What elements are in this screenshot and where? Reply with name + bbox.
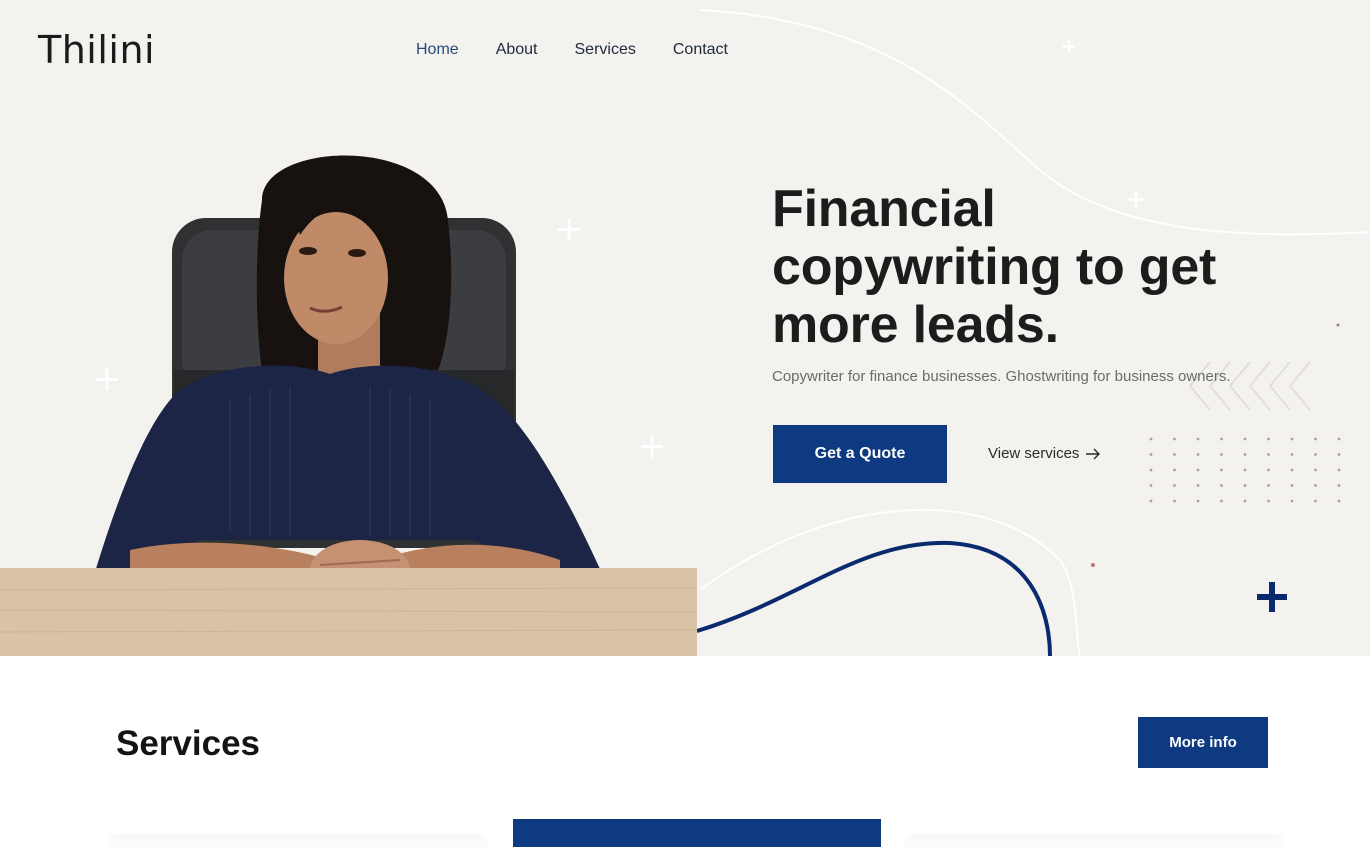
grid-dot [1337, 484, 1341, 487]
grid-dot [1196, 453, 1200, 456]
grid-dot [1149, 453, 1153, 456]
grid-dot [1196, 437, 1200, 441]
hero-section: Thilini Home About Services Contact Fina… [0, 0, 1370, 656]
headline-line: copywriting to get [772, 238, 1217, 296]
grid-dot [1267, 499, 1270, 503]
grid-dot [1290, 437, 1294, 441]
grid-dot [1314, 453, 1317, 456]
accent-dot [1091, 563, 1095, 567]
arrow-right-icon [1086, 448, 1101, 459]
grid-dot [1220, 499, 1223, 503]
grid-dot [1173, 499, 1176, 503]
grid-dot [1173, 437, 1176, 441]
dot-grid [1149, 437, 1341, 503]
logo[interactable]: Thilini [38, 28, 155, 72]
grid-dot [1220, 437, 1223, 441]
service-card-featured[interactable] [513, 819, 881, 847]
hero-headline: Financial copywriting to get more leads. [772, 180, 1332, 354]
grid-dot [1173, 484, 1176, 487]
grid-dot [1290, 453, 1294, 456]
grid-dot [1267, 468, 1270, 472]
main-nav: Home About Services Contact [416, 41, 765, 59]
nav-item-home[interactable]: Home [416, 41, 459, 59]
headline-line: more leads. [772, 296, 1059, 354]
get-quote-button[interactable]: Get a Quote [773, 425, 947, 483]
grid-dot [1220, 484, 1223, 487]
background-curve-line-lower [699, 508, 1081, 656]
grid-dot [1149, 468, 1153, 472]
grid-dot [1267, 437, 1270, 441]
grid-dot [1220, 468, 1223, 472]
grid-dot [1220, 453, 1223, 456]
grid-dot [1314, 468, 1317, 472]
grid-dot [1337, 453, 1341, 456]
grid-dot [1243, 437, 1247, 441]
hero-subline: Copywriter for finance businesses. Ghost… [772, 368, 1231, 385]
accent-dot [1336, 323, 1340, 327]
grid-dot [1267, 484, 1270, 487]
grid-dot [1337, 499, 1341, 503]
grid-dot [1290, 499, 1294, 503]
grid-dot [1314, 499, 1317, 503]
view-services-label: View services [988, 445, 1080, 462]
nav-item-services[interactable]: Services [575, 41, 636, 59]
service-card[interactable] [112, 838, 484, 847]
grid-dot [1337, 437, 1341, 441]
grid-dot [1149, 499, 1153, 503]
plus-icon [1257, 582, 1287, 612]
grid-dot [1243, 453, 1247, 456]
grid-dot [1196, 468, 1200, 472]
service-card[interactable] [908, 838, 1280, 847]
grid-dot [1149, 484, 1153, 487]
portrait-image [0, 155, 698, 656]
nav-item-about[interactable]: About [496, 41, 538, 59]
grid-dot [1173, 468, 1176, 472]
grid-dot [1173, 453, 1176, 456]
navy-curve-line [696, 540, 1052, 656]
grid-dot [1267, 453, 1270, 456]
grid-dot [1337, 468, 1341, 472]
grid-dot [1314, 437, 1317, 441]
grid-dot [1243, 499, 1247, 503]
grid-dot [1149, 437, 1153, 441]
grid-dot [1290, 468, 1294, 472]
services-heading: Services [116, 724, 261, 763]
grid-dot [1196, 499, 1200, 503]
nav-item-contact[interactable]: Contact [673, 41, 728, 59]
grid-dot [1196, 484, 1200, 487]
view-services-link[interactable]: View services [988, 445, 1101, 462]
grid-dot [1243, 484, 1247, 487]
more-info-button[interactable]: More info [1138, 717, 1268, 768]
grid-dot [1243, 468, 1247, 472]
headline-line: Financial [772, 180, 996, 238]
grid-dot [1314, 484, 1317, 487]
grid-dot [1290, 484, 1294, 487]
